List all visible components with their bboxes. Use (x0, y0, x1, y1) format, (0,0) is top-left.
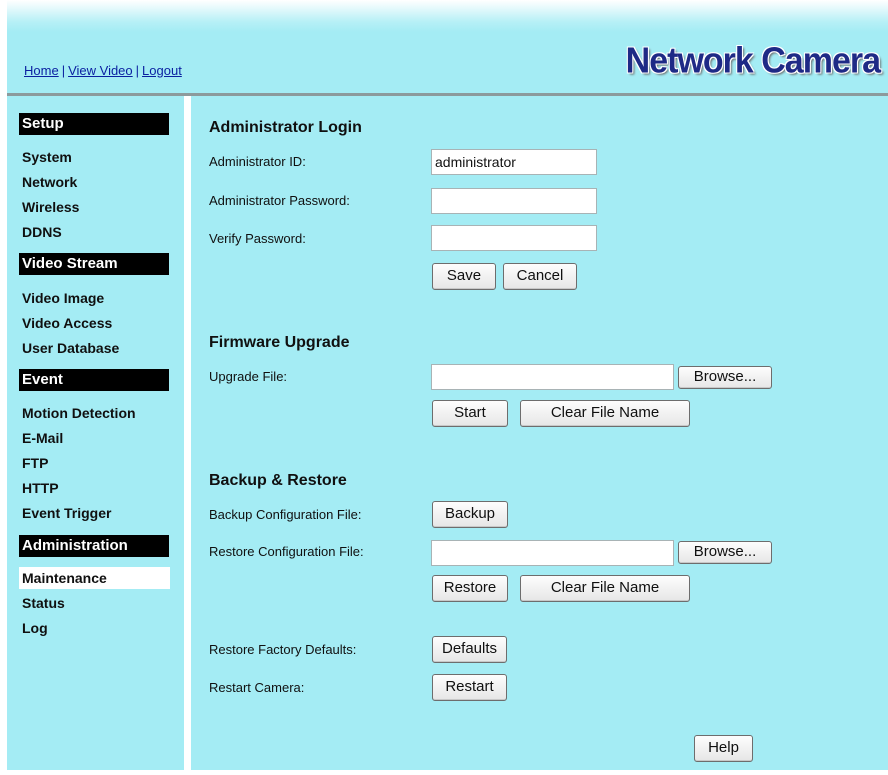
restore-browse-button[interactable]: Browse... (678, 541, 772, 564)
sidebar-item-video-access[interactable]: Video Access (19, 312, 170, 334)
sidebar-item-ftp[interactable]: FTP (19, 452, 170, 474)
admin-id-label: Administrator ID: (209, 154, 306, 169)
sidebar-item-maintenance[interactable]: Maintenance (19, 567, 170, 589)
sidebar-divider (184, 96, 191, 775)
verify-password-input[interactable] (431, 225, 597, 251)
sidebar-section-setup: Setup (19, 113, 169, 135)
restore-file-input[interactable] (431, 540, 674, 566)
header-bar: Home | View Video | Logout Network Camera (7, 0, 888, 93)
home-link[interactable]: Home (24, 63, 59, 78)
save-button[interactable]: Save (432, 263, 496, 290)
sidebar-item-status[interactable]: Status (19, 592, 170, 614)
upgrade-file-input[interactable] (431, 364, 674, 390)
sidebar-section-video-stream: Video Stream (19, 253, 169, 275)
backup-restore-heading: Backup & Restore (209, 472, 347, 489)
sidebar-section-administration: Administration (19, 535, 169, 557)
admin-id-input[interactable]: administrator (431, 149, 597, 175)
admin-password-input[interactable] (431, 188, 597, 214)
brand-logo: Network Camera (625, 41, 881, 81)
restore-factory-label: Restore Factory Defaults: (209, 642, 357, 657)
upgrade-file-label: Upgrade File: (209, 369, 288, 384)
clear-firmware-file-button[interactable]: Clear File Name (520, 400, 690, 427)
top-nav-links: Home | View Video | Logout (24, 63, 182, 78)
sidebar-item-event-trigger[interactable]: Event Trigger (19, 502, 170, 524)
link-separator: | (61, 63, 66, 78)
restart-button[interactable]: Restart (432, 674, 507, 701)
defaults-button[interactable]: Defaults (432, 636, 507, 663)
clear-restore-file-button[interactable]: Clear File Name (520, 575, 690, 602)
sidebar-item-email[interactable]: E-Mail (19, 427, 170, 449)
backup-button[interactable]: Backup (432, 501, 508, 528)
main-content: Administrator Login Administrator ID: ad… (191, 96, 888, 775)
cancel-button[interactable]: Cancel (503, 263, 577, 290)
start-button[interactable]: Start (432, 400, 508, 427)
sidebar-item-http[interactable]: HTTP (19, 477, 170, 499)
sidebar-item-video-image[interactable]: Video Image (19, 287, 170, 309)
sidebar-section-event: Event (19, 369, 169, 391)
firmware-upgrade-heading: Firmware Upgrade (209, 334, 350, 351)
backup-config-label: Backup Configuration File: (209, 507, 362, 522)
link-separator: | (135, 63, 140, 78)
sidebar-item-network[interactable]: Network (19, 171, 170, 193)
help-button[interactable]: Help (694, 735, 753, 762)
restore-config-label: Restore Configuration File: (209, 544, 364, 559)
verify-password-label: Verify Password: (209, 231, 306, 246)
sidebar: Setup System Network Wireless DDNS Video… (7, 96, 184, 775)
logout-link[interactable]: Logout (142, 63, 182, 78)
admin-password-label: Administrator Password: (209, 193, 350, 208)
firmware-browse-button[interactable]: Browse... (678, 366, 772, 389)
sidebar-item-log[interactable]: Log (19, 617, 170, 639)
sidebar-item-wireless[interactable]: Wireless (19, 196, 170, 218)
admin-login-heading: Administrator Login (209, 119, 362, 136)
restart-camera-label: Restart Camera: (209, 680, 305, 695)
sidebar-item-motion-detection[interactable]: Motion Detection (19, 402, 170, 424)
restore-button[interactable]: Restore (432, 575, 508, 602)
sidebar-item-system[interactable]: System (19, 146, 170, 168)
bottom-strip (0, 770, 888, 775)
view-video-link[interactable]: View Video (68, 63, 133, 78)
sidebar-item-ddns[interactable]: DDNS (19, 221, 170, 243)
sidebar-item-user-database[interactable]: User Database (19, 337, 170, 359)
